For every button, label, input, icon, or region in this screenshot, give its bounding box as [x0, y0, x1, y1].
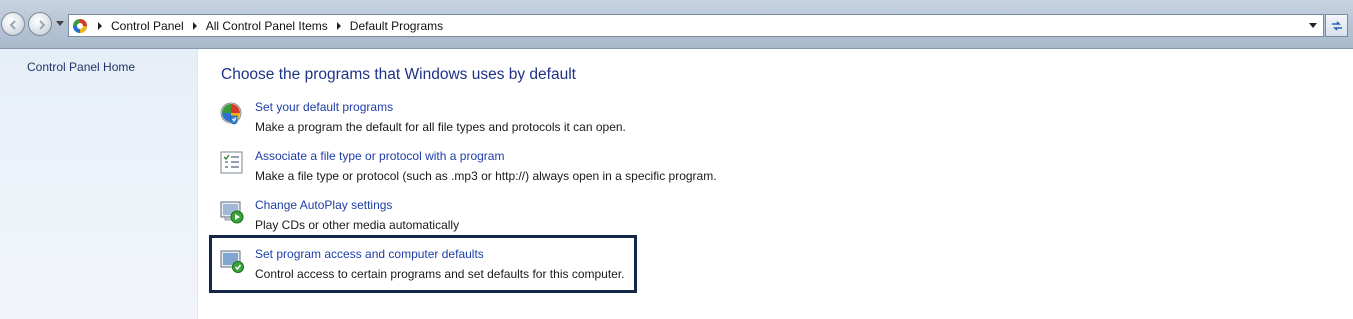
- forward-arrow-icon: [39, 20, 46, 30]
- breadcrumb-control-panel[interactable]: Control Panel: [111, 19, 184, 33]
- address-toolbar: Control Panel All Control Panel Items De…: [0, 0, 1353, 49]
- change-autoplay-settings-description: Play CDs or other media automatically: [255, 218, 460, 232]
- task-autoplay-settings: Change AutoPlay settings Play CDs or oth…: [219, 198, 919, 238]
- page-title: Choose the programs that Windows uses by…: [221, 66, 576, 83]
- breadcrumb-separator-icon[interactable]: [192, 21, 197, 30]
- set-default-programs-link[interactable]: Set your default programs: [255, 100, 393, 114]
- address-dropdown-icon[interactable]: [1309, 23, 1317, 28]
- breadcrumb-all-items[interactable]: All Control Panel Items: [206, 19, 328, 33]
- address-bar[interactable]: Control Panel All Control Panel Items De…: [68, 14, 1324, 37]
- breadcrumb-separator-icon[interactable]: [98, 21, 102, 30]
- forward-button[interactable]: [28, 12, 52, 36]
- associate-file-type-description: Make a file type or protocol (such as .m…: [255, 169, 717, 183]
- file-association-list-icon[interactable]: [219, 150, 245, 176]
- set-program-access-description: Control access to certain programs and s…: [255, 267, 625, 281]
- program-access-icon[interactable]: [219, 248, 245, 274]
- left-navigation-pane: Control Panel Home: [0, 49, 198, 319]
- task-program-access: Set program access and computer defaults…: [219, 247, 919, 287]
- task-set-default-programs: Set your default programs Make a program…: [219, 100, 919, 140]
- breadcrumb-default-programs[interactable]: Default Programs: [350, 19, 443, 33]
- control-panel-icon: [73, 18, 87, 33]
- main-content: Choose the programs that Windows uses by…: [199, 49, 1353, 319]
- back-button[interactable]: [1, 12, 25, 36]
- breadcrumb-separator-icon[interactable]: [336, 21, 341, 30]
- set-program-access-link[interactable]: Set program access and computer defaults: [255, 247, 484, 261]
- refresh-button[interactable]: [1325, 14, 1348, 37]
- task-associate-file-type: Associate a file type or protocol with a…: [219, 149, 919, 189]
- autoplay-icon[interactable]: [219, 199, 245, 225]
- control-panel-home-link[interactable]: Control Panel Home: [27, 60, 135, 74]
- refresh-icon: [1332, 21, 1342, 31]
- change-autoplay-settings-link[interactable]: Change AutoPlay settings: [255, 198, 392, 212]
- default-programs-icon[interactable]: [219, 101, 245, 127]
- associate-file-type-link[interactable]: Associate a file type or protocol with a…: [255, 149, 504, 163]
- recent-pages-icon[interactable]: [56, 21, 64, 27]
- back-arrow-icon: [9, 20, 16, 30]
- set-default-programs-description: Make a program the default for all file …: [255, 120, 626, 134]
